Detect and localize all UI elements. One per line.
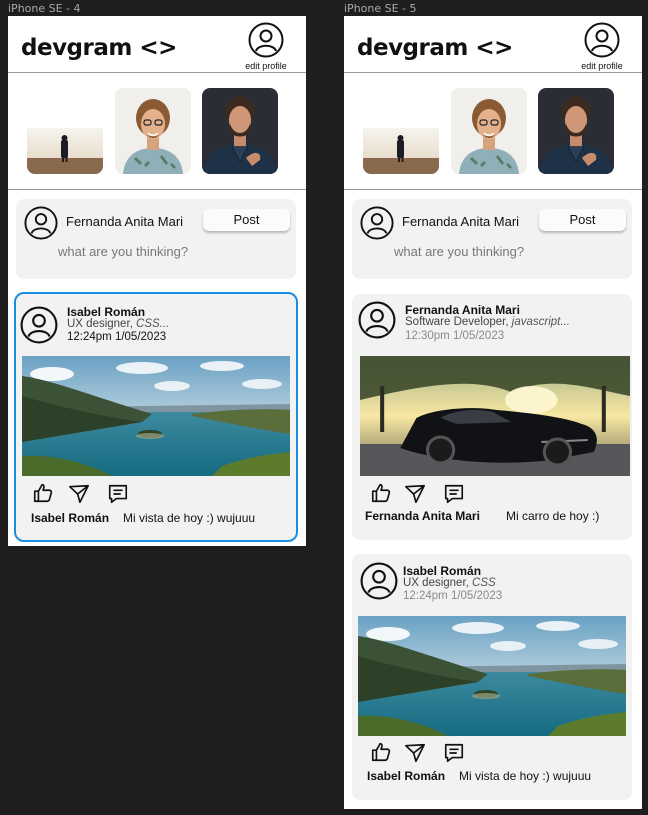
post-author-role: UX designer, CSS... [67,318,169,330]
stories-bar [8,73,306,190]
role-text: UX designer, [67,318,137,330]
caption-text: Mi vista de hoy :) wujuuu [123,511,256,525]
story-thumbnail[interactable] [363,88,439,174]
post-author: Fernanda Anita Mari [405,303,520,317]
role-text: Software Developer, [405,316,512,328]
post-image[interactable] [358,616,626,736]
post-card: Isabel Román UX designer, CSS... 12:24pm… [14,292,298,542]
like-icon[interactable] [370,482,392,504]
story-thumbnail[interactable] [27,88,103,174]
post-image[interactable] [360,356,630,476]
composer-user-name: Fernanda Anita Mari [402,214,520,229]
frame-label: iPhone SE - 5 [344,2,417,15]
story-thumbnail[interactable] [202,88,278,174]
post-image[interactable] [22,356,290,476]
app-logo: devgram <> [21,35,177,61]
edit-profile-button[interactable]: edit profile [240,22,292,71]
logo-code: <> [139,35,177,61]
phone-frame: devgram <> edit profile Fernanda Anita M… [8,16,306,546]
profile-icon [248,22,284,58]
post-button[interactable]: Post [203,209,290,231]
composer-user-name: Fernanda Anita Mari [66,214,184,229]
caption-text: Mi vista de hoy :) wujuuu [459,769,592,783]
story-thumbnail[interactable] [115,88,191,174]
composer-input[interactable]: what are you thinking? [58,244,188,259]
role-text: UX designer, [403,577,473,589]
edit-profile-label: edit profile [245,61,287,71]
post-timestamp: 12:24pm 1/05/2023 [403,590,503,602]
avatar-icon [360,562,398,600]
profile-icon [584,22,620,58]
post-timestamp: 12:30pm 1/05/2023 [405,330,505,342]
logo-text: devgram [21,35,132,61]
share-icon[interactable] [68,483,90,505]
post-composer: Fernanda Anita Mari Post what are you th… [16,199,296,279]
frame-label: iPhone SE - 4 [8,2,81,15]
avatar-icon [24,206,58,240]
story-thumbnail[interactable] [538,88,614,174]
post-button[interactable]: Post [539,209,626,231]
logo-text: devgram [357,35,468,61]
logo-code: <> [475,35,513,61]
share-icon[interactable] [404,483,426,505]
like-icon[interactable] [32,482,54,504]
avatar-icon [358,301,396,339]
post-author: Isabel Román [67,305,146,319]
share-icon[interactable] [404,742,426,764]
role-tag: javascript... [511,316,570,328]
avatar-icon [360,206,394,240]
caption-author: Isabel Román [367,769,446,783]
phone-frame: devgram <> edit profile Fernanda Anita M… [344,16,642,809]
role-tag: CSS [472,577,496,589]
app-logo: devgram <> [357,35,513,61]
avatar-icon [20,306,58,344]
app-header: devgram <> edit profile [8,16,306,73]
app-header: devgram <> edit profile [344,16,642,73]
post-author-role: Software Developer, javascript... [405,316,570,328]
composer-input[interactable]: what are you thinking? [394,244,524,259]
edit-profile-label: edit profile [581,61,623,71]
caption-text: Mi carro de hoy :) [506,509,600,523]
post-composer: Fernanda Anita Mari Post what are you th… [352,199,632,279]
post-card: Isabel Román UX designer, CSS 12:24pm 1/… [352,554,632,800]
comment-icon[interactable] [443,483,465,505]
like-icon[interactable] [370,741,392,763]
role-tag: CSS... [136,318,170,330]
post-card: Fernanda Anita Mari Software Developer, … [352,294,632,540]
post-timestamp: 12:24pm 1/05/2023 [67,331,167,343]
comment-icon[interactable] [443,742,465,764]
post-author: Isabel Román [403,564,482,578]
story-thumbnail[interactable] [451,88,527,174]
post-author-role: UX designer, CSS [403,577,496,589]
caption-author: Fernanda Anita Mari [365,509,480,523]
comment-icon[interactable] [107,483,129,505]
edit-profile-button[interactable]: edit profile [576,22,628,71]
caption-author: Isabel Román [31,511,110,525]
stories-bar [344,73,642,190]
